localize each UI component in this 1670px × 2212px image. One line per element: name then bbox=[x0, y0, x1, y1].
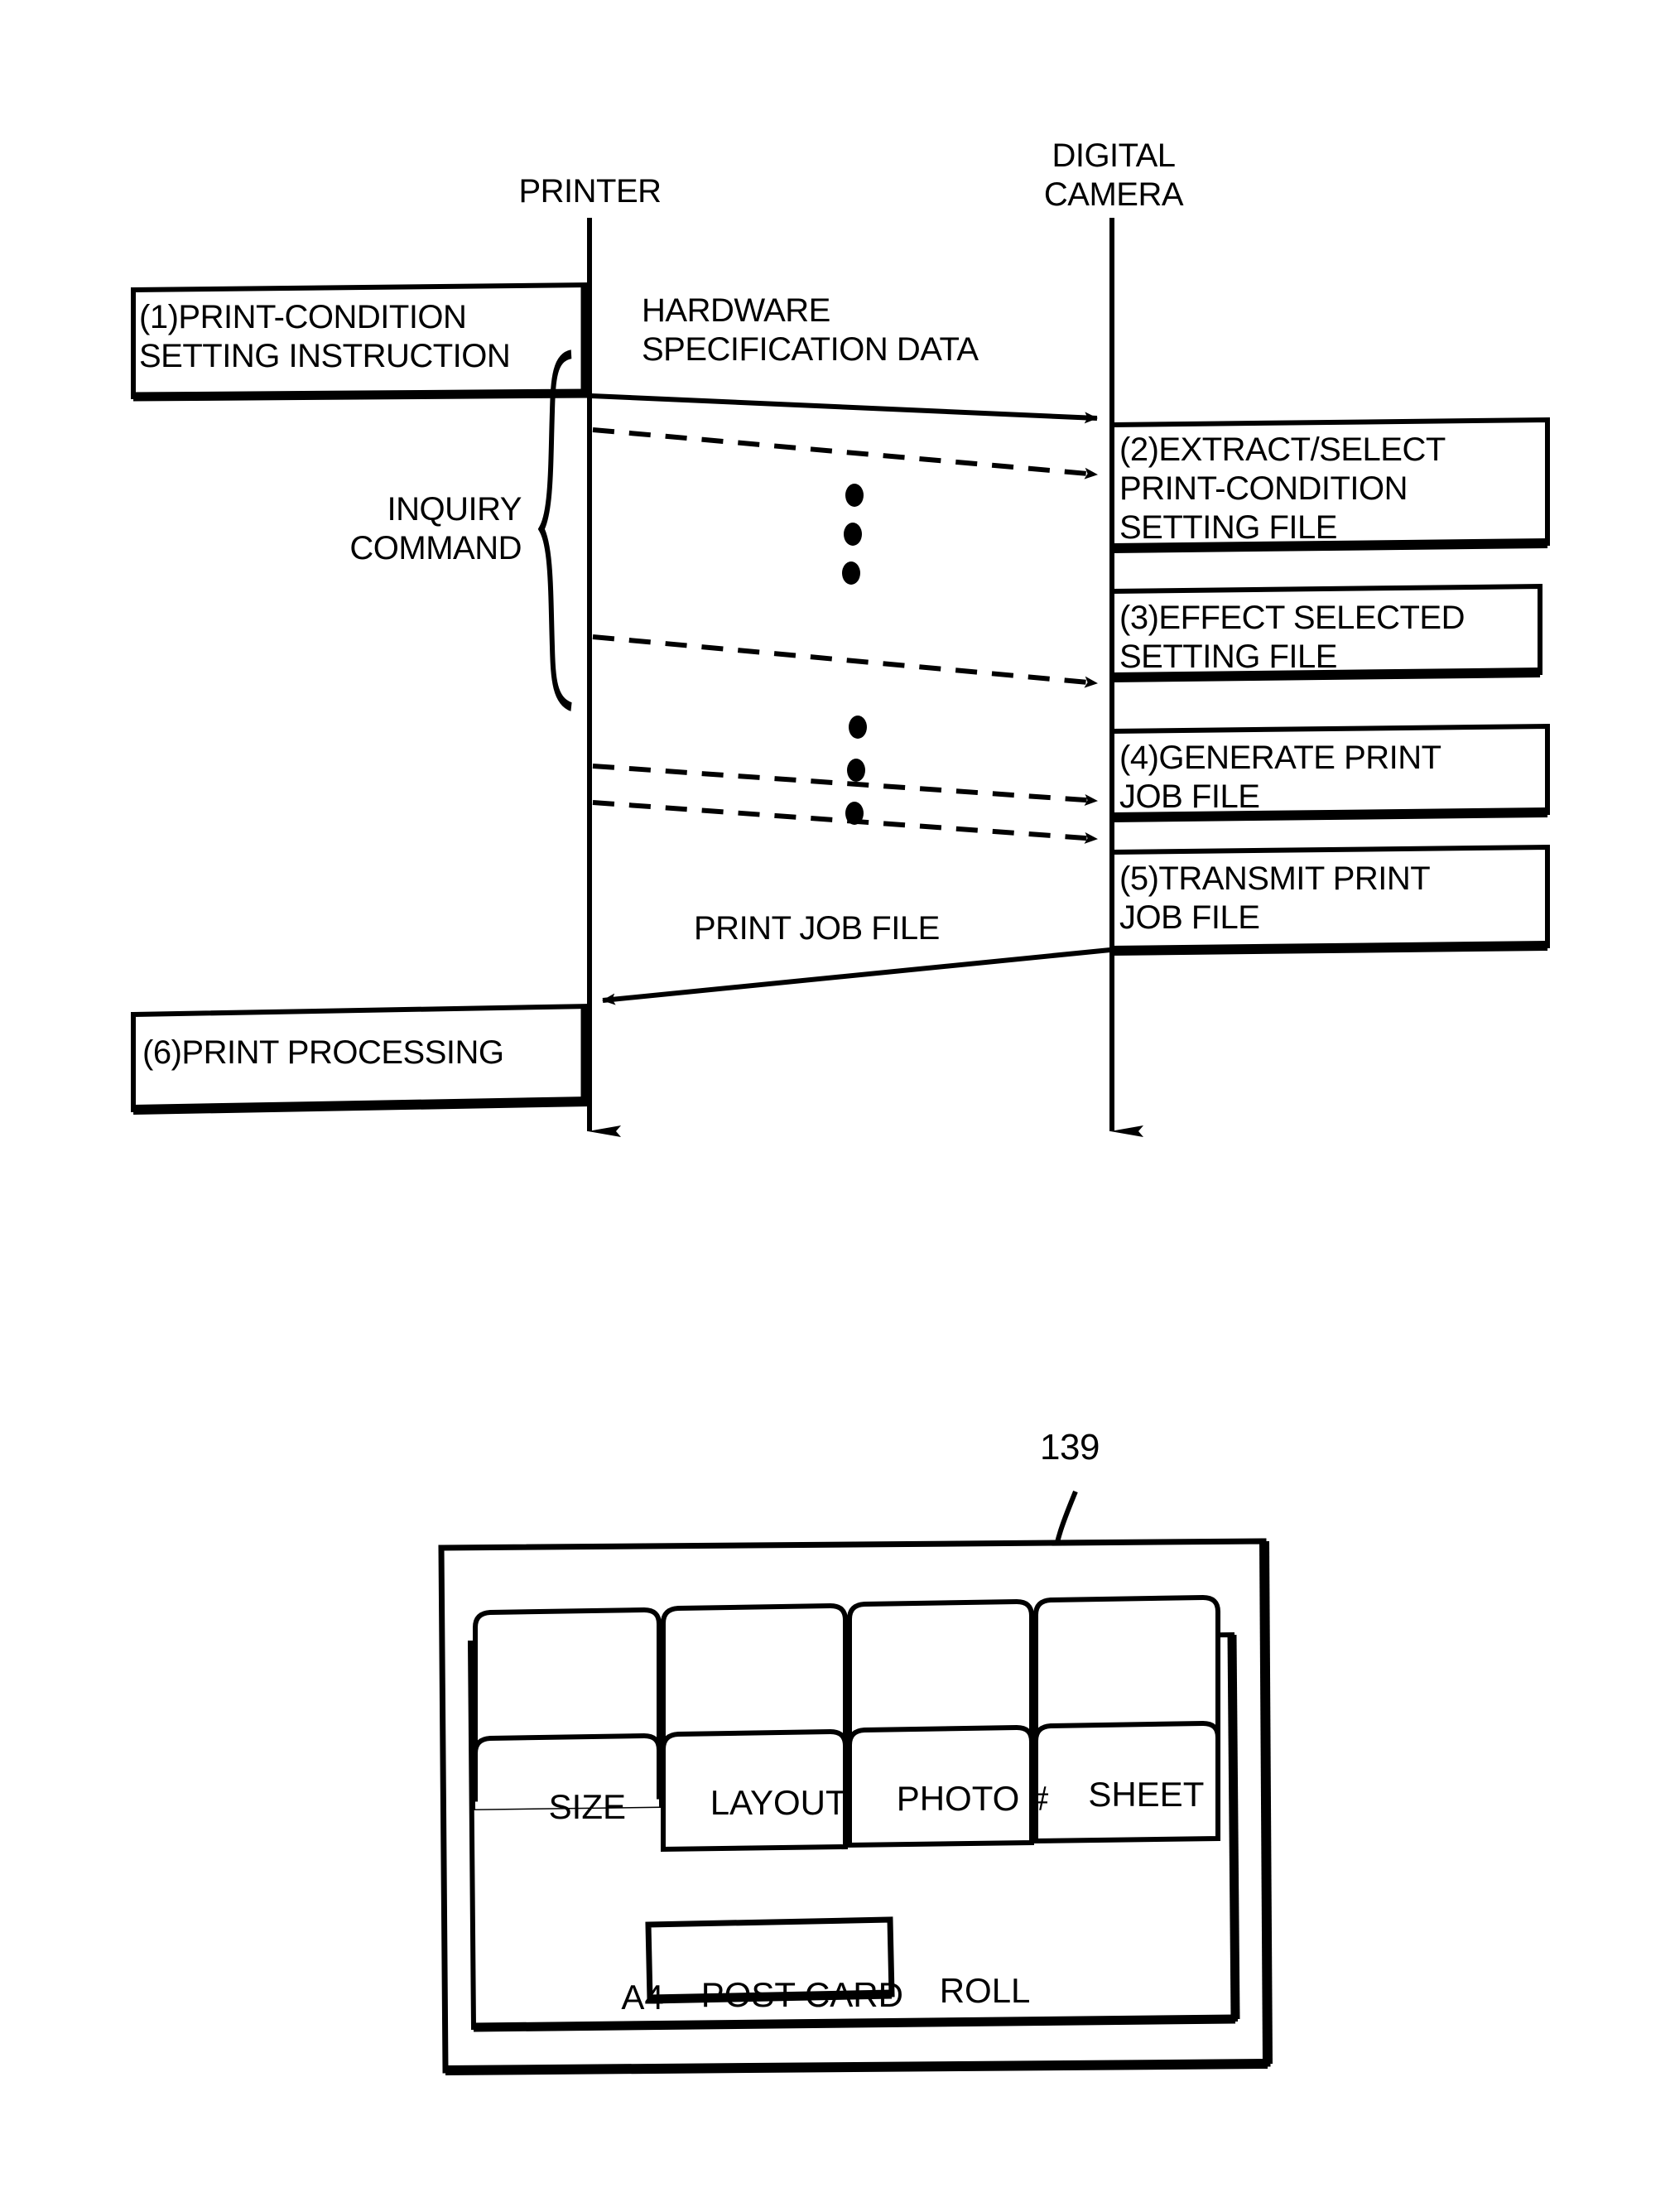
lifeline-label-printer: PRINTER bbox=[518, 173, 662, 210]
tab-size[interactable]: SIZE bbox=[485, 1747, 651, 1867]
message-print-job-file-arrow bbox=[602, 947, 1111, 1005]
tab-size-label: SIZE bbox=[548, 1787, 627, 1826]
message-label-inquiry-command: INQUIRY COMMAND bbox=[349, 491, 522, 567]
message-label-print-job-file: PRINT JOB FILE bbox=[694, 910, 940, 947]
message-label-hardware-spec: HARDWARE SPECIFICATION DATA bbox=[642, 292, 979, 369]
tab-photo-number-label: PHOTO # bbox=[896, 1779, 1049, 1818]
tab-slot-3 bbox=[847, 1598, 1034, 1745]
option-a4-label: A4 bbox=[621, 1978, 664, 2017]
tab-sheet[interactable]: SHEET bbox=[1044, 1735, 1210, 1854]
option-post-card[interactable]: POST CARD bbox=[662, 1935, 903, 2055]
tab-layout-label: LAYOUT bbox=[710, 1783, 847, 1822]
patent-figure-page: PRINTER DIGITAL CAMERA (1)PRINT-CONDITIO… bbox=[0, 0, 1670, 2212]
step4-label: (4)GENERATE PRINT JOB FILE bbox=[1119, 740, 1441, 816]
step6-label: (6)PRINT PROCESSING bbox=[142, 1034, 504, 1071]
step5-label: (5)TRANSMIT PRINT JOB FILE bbox=[1119, 860, 1431, 937]
option-roll[interactable]: ROLL bbox=[901, 1931, 1031, 2051]
step1-label: (1)PRINT-CONDITION SETTING INSTRUCTION bbox=[139, 299, 511, 375]
vertical-dots-lower bbox=[845, 716, 867, 825]
step3-label: (3)EFFECT SELECTED SETTING FILE bbox=[1119, 600, 1465, 676]
option-roll-label: ROLL bbox=[939, 1971, 1031, 2010]
message-inquiry-dashed-arrows bbox=[592, 427, 1098, 844]
tab-photo-number[interactable]: PHOTO # bbox=[858, 1739, 1049, 1858]
option-post-card-label: POST CARD bbox=[700, 1975, 903, 2014]
vertical-dots-upper bbox=[842, 484, 864, 585]
lifeline-label-digital-camera: DIGITAL CAMERA bbox=[1043, 137, 1184, 214]
tab-layout[interactable]: LAYOUT bbox=[671, 1743, 847, 1863]
tab-slot-2 bbox=[661, 1602, 848, 1749]
message-hardware-spec-arrow bbox=[590, 393, 1098, 424]
tab-sheet-label: SHEET bbox=[1088, 1775, 1205, 1814]
reference-number-139: 139 bbox=[1040, 1427, 1100, 1467]
inquiry-command-brace bbox=[537, 349, 572, 711]
tab-slot-4 bbox=[1033, 1594, 1220, 1741]
option-a4[interactable]: A4 bbox=[585, 1938, 664, 2057]
step2-label: (2)EXTRACT/SELECT PRINT-CONDITION SETTIN… bbox=[1119, 431, 1446, 547]
tab-slot-1 bbox=[473, 1607, 662, 1753]
